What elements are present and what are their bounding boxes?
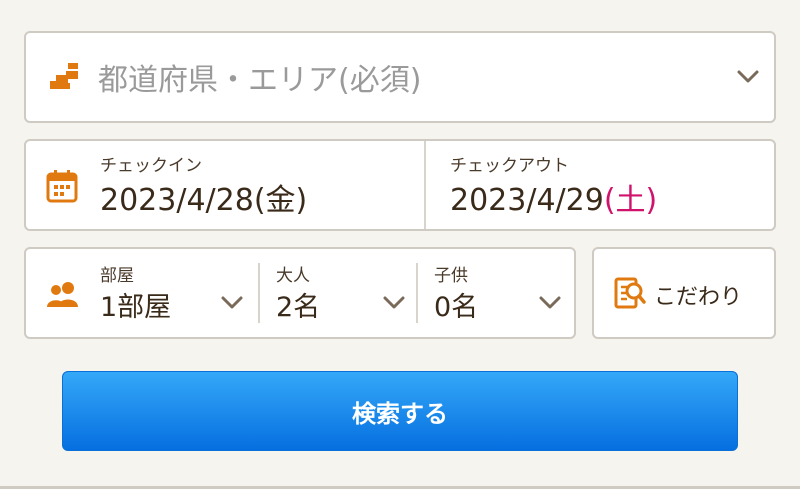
guest-divider: [258, 263, 260, 323]
filter-document-icon: [614, 275, 646, 315]
date-range: チェックイン 2023/4/28(金) チェックアウト 2023/4/29(土): [24, 139, 776, 231]
checkout-label: チェックアウト: [450, 156, 569, 176]
area-select[interactable]: 都道府県・エリア(必須): [24, 31, 776, 123]
calendar-icon: [46, 169, 78, 207]
checkin-value: 2023/4/28(金): [100, 175, 307, 219]
chevron-down-icon: [220, 295, 244, 315]
rooms-value: 1部屋: [100, 292, 172, 323]
chevron-down-icon: [538, 295, 562, 315]
chevron-down-icon: [382, 295, 406, 315]
kodawari-label: こだわり: [654, 285, 743, 310]
children-label: 子供: [434, 266, 468, 286]
map-icon: [46, 61, 82, 101]
checkout-value: 2023/4/29(土): [450, 175, 657, 219]
guest-selector: 部屋 1部屋 大人 2名 子供 0名: [24, 247, 576, 339]
date-divider: [424, 141, 426, 229]
adults-value: 2名: [276, 292, 321, 323]
checkout-weekday: (土): [603, 183, 658, 218]
area-placeholder: 都道府県・エリア(必須): [98, 63, 422, 98]
guest-divider: [416, 263, 418, 323]
chevron-down-icon: [736, 69, 760, 89]
people-icon: [46, 281, 80, 311]
checkin-weekday: (金): [253, 183, 308, 218]
rooms-label: 部屋: [100, 266, 134, 286]
adults-label: 大人: [276, 266, 310, 286]
kodawari-button[interactable]: こだわり: [592, 247, 776, 339]
search-button[interactable]: 検索する: [62, 371, 738, 451]
checkout-date: 2023/4/29: [450, 183, 604, 218]
checkin-date: 2023/4/28: [100, 183, 254, 218]
children-value: 0名: [434, 292, 479, 323]
checkin-label: チェックイン: [100, 156, 202, 176]
